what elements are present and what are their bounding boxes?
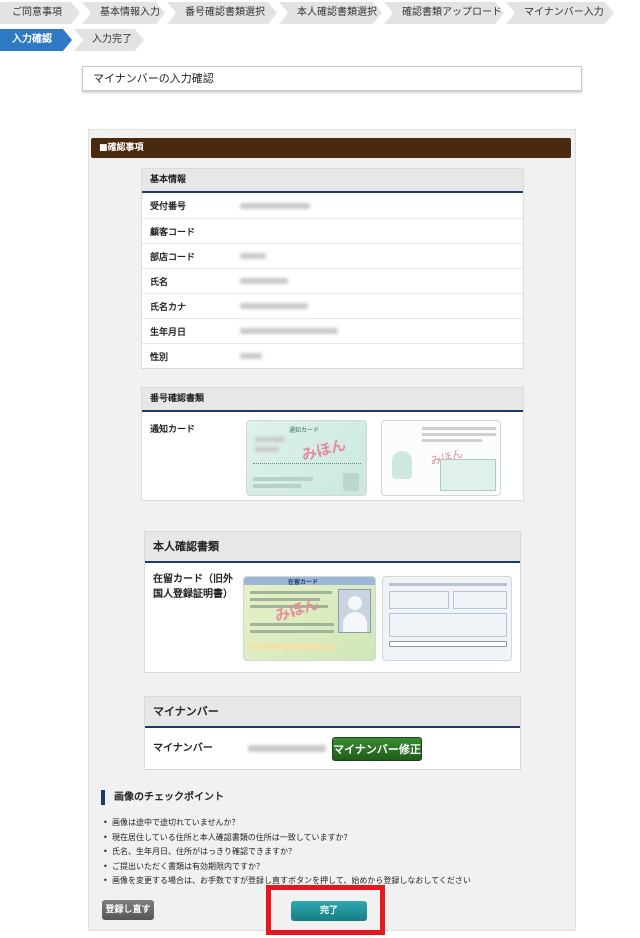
step-label: 本人確認書類選択	[297, 7, 377, 18]
card-title: 通知カード	[289, 427, 320, 434]
step-label: マイナンバー入力	[524, 7, 604, 18]
portrait-photo	[338, 589, 371, 633]
masked-value	[240, 303, 308, 309]
step-mynumber-input: マイナンバー入力	[506, 2, 614, 24]
card-text-line	[253, 484, 301, 488]
checkpoints-list: 画像は途中で途切れていませんか？ 現在居住している住所と本人確認書類の住所は一致…	[103, 816, 571, 889]
basic-info-section: 基本情報 受付番号 顧客コード 部店コード 氏名 氏名カナ 生年月日 性別	[141, 168, 524, 369]
edit-mynumber-button[interactable]: マイナンバー修正	[332, 737, 422, 761]
step-label: 基本情報入力	[100, 7, 160, 18]
checkpoint-item: 画像は途中で途切れていませんか？	[103, 816, 571, 831]
step-label: ご同意事項	[12, 7, 62, 18]
step-agreement: ご同意事項	[0, 2, 80, 24]
card-field-box	[389, 641, 507, 647]
row-label: 顧客コード	[150, 227, 196, 238]
mynumber-section: マイナンバー マイナンバー マイナンバー修正	[144, 696, 521, 770]
masked-value	[240, 353, 262, 359]
identity-doc-section: 本人確認書類 在留カード（旧外国人登録証明書） 在留カード みほん	[144, 531, 521, 673]
step-label: 番号確認書類選択	[185, 7, 265, 18]
masked-value	[240, 278, 288, 284]
step-label: 確認書類アップロード	[402, 7, 502, 18]
row-label: 生年月日	[150, 327, 187, 338]
number-doc-label: 通知カード	[150, 425, 196, 435]
card-field-box	[389, 613, 507, 637]
sample-watermark: みほん	[299, 435, 348, 465]
notice-card-front-image: 通知カード みほん	[246, 420, 367, 496]
masked-value	[240, 253, 266, 259]
checkpoint-item: ご提出いただく書類は有効期限内ですか？	[103, 860, 571, 875]
card-title: 在留カード	[288, 579, 319, 586]
masked-mynumber	[248, 745, 326, 752]
info-row-name-kana: 氏名カナ	[142, 293, 523, 318]
checkpoint-item: 氏名、生年月日、住所がはっきり確認できますか？	[103, 845, 571, 860]
step-confirm: 入力確認	[0, 29, 72, 51]
card-text-line	[250, 623, 334, 626]
card-text-line	[422, 439, 482, 442]
card-text-line	[422, 427, 496, 430]
page-title: マイナンバーの入力確認	[82, 66, 582, 91]
masked-text	[255, 437, 285, 442]
info-row-branch-code: 部店コード	[142, 243, 523, 268]
info-row-reception-number: 受付番号	[142, 193, 523, 218]
progress-steps-row2: 入力確認 入力完了	[0, 29, 146, 51]
card-field-box	[453, 591, 507, 609]
info-row-birthdate: 生年月日	[142, 318, 523, 343]
basic-info-title: 基本情報	[142, 169, 523, 193]
row-label: 受付番号	[150, 202, 187, 212]
card-text-line	[250, 591, 332, 594]
info-row-gender: 性別	[142, 343, 523, 368]
identity-doc-title: 本人確認書類	[145, 532, 520, 563]
step-complete: 入力完了	[74, 29, 144, 51]
card-text-line	[389, 583, 507, 586]
card-text-line	[422, 433, 496, 436]
mynumber-title: マイナンバー	[145, 697, 520, 728]
card-seal	[343, 473, 359, 491]
step-label: 入力確認	[12, 34, 52, 45]
info-row-customer-code: 顧客コード	[142, 218, 523, 243]
masked-value	[240, 328, 338, 334]
redo-registration-button[interactable]: 登録し直す	[102, 900, 154, 920]
step-doc-upload: 確認書類アップロード	[384, 2, 504, 24]
complete-button[interactable]: 完了	[291, 901, 367, 921]
card-text-line	[250, 644, 334, 649]
card-field-box	[440, 459, 496, 491]
card-text-line	[253, 477, 313, 481]
step-basic-info: 基本情報入力	[82, 2, 165, 24]
step-identity-doc-select: 本人確認書類選択	[279, 2, 382, 24]
step-number-doc-select: 番号確認書類選択	[167, 2, 277, 24]
checkpoints-title: 画像のチェックポイント	[101, 790, 224, 805]
step-label: 入力完了	[92, 34, 132, 45]
mynumber-label: マイナンバー	[153, 743, 213, 754]
row-label: 性別	[150, 352, 169, 363]
mascot-icon	[392, 451, 412, 479]
card-field-box	[389, 591, 449, 609]
confirmation-panel: ■確認事項 基本情報 受付番号 顧客コード 部店コード 氏名 氏名カナ 生年月日…	[88, 129, 576, 931]
row-label: 氏名	[150, 277, 169, 288]
residence-card-front-image: 在留カード みほん	[243, 576, 376, 661]
number-doc-section: 番号確認書類 通知カード 通知カード みほん みほん	[141, 387, 524, 501]
info-row-name: 氏名	[142, 268, 523, 293]
card-text-line	[250, 630, 334, 633]
masked-text	[255, 447, 279, 452]
row-label: 氏名カナ	[150, 302, 187, 313]
masked-value	[240, 202, 310, 209]
number-doc-title: 番号確認書類	[142, 388, 523, 412]
row-label: 部店コード	[150, 252, 196, 263]
progress-steps-row1: ご同意事項 基本情報入力 番号確認書類選択 本人確認書類選択 確認書類アップロー…	[0, 2, 616, 24]
notice-card-back-image: みほん	[381, 420, 501, 496]
card-text-line	[253, 463, 361, 467]
residence-card-back-image	[382, 576, 512, 661]
confirmation-header: ■確認事項	[91, 138, 571, 158]
checkpoint-item: 現在居住している住所と本人確認書類の住所は一致していますか？	[103, 831, 571, 846]
identity-doc-label: 在留カード（旧外国人登録証明書）	[153, 574, 233, 600]
